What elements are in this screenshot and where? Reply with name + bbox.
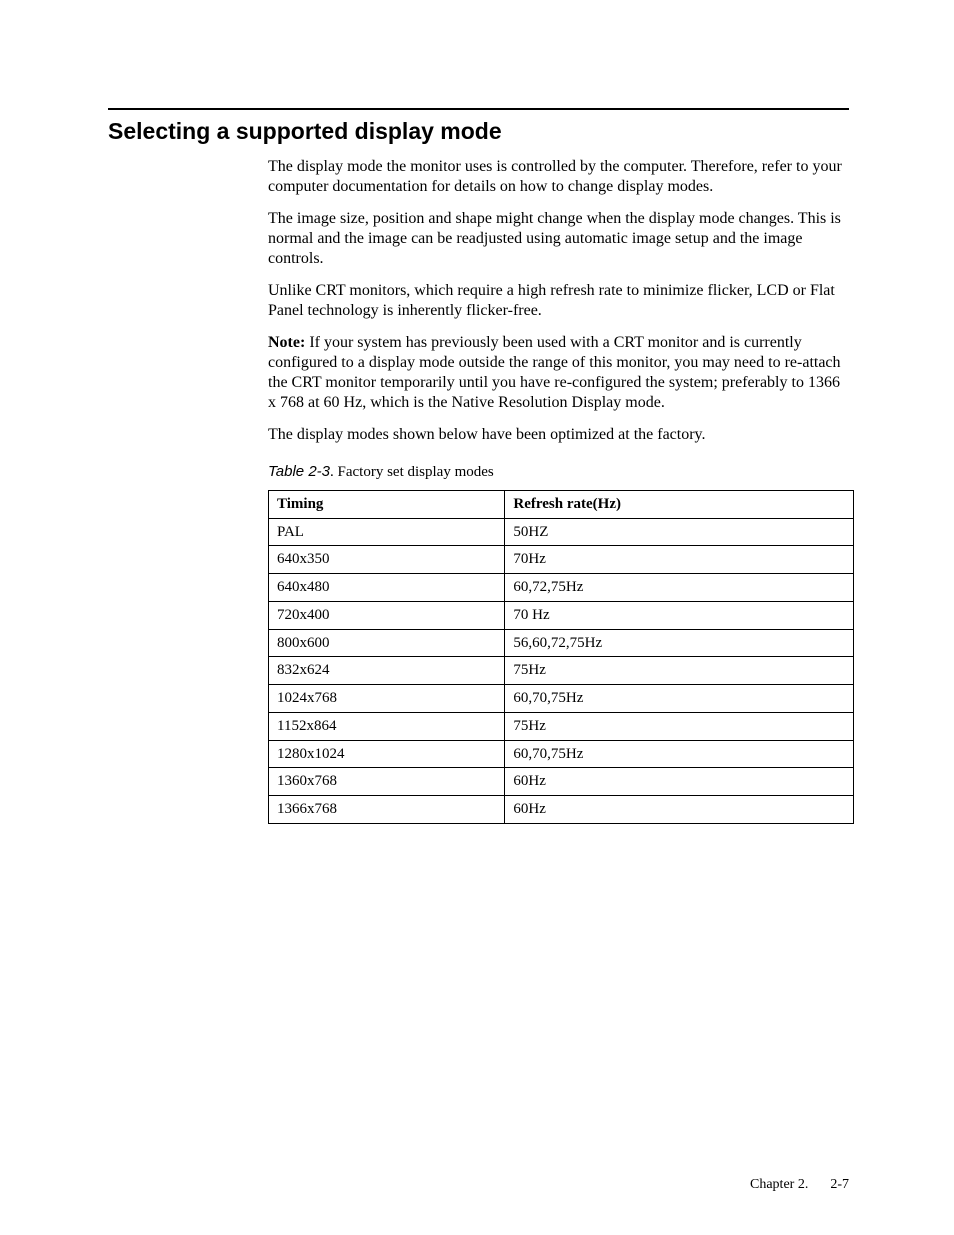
- cell-refresh: 56,60,72,75Hz: [505, 629, 854, 657]
- paragraph-intro: The display mode the monitor uses is con…: [268, 157, 849, 197]
- table-row: 640x350 70Hz: [269, 546, 854, 574]
- cell-timing: 800x600: [269, 629, 505, 657]
- table-row: 832x624 75Hz: [269, 657, 854, 685]
- paragraph-factory: The display modes shown below have been …: [268, 425, 849, 445]
- table-row: 800x600 56,60,72,75Hz: [269, 629, 854, 657]
- table-row: 720x400 70 Hz: [269, 601, 854, 629]
- paragraph-flicker: Unlike CRT monitors, which require a hig…: [268, 281, 849, 321]
- table-caption-suffix: . Factory set display modes: [330, 464, 494, 480]
- table-caption-prefix: Table 2-3: [268, 463, 330, 480]
- cell-timing: PAL: [269, 518, 505, 546]
- cell-refresh: 70Hz: [505, 546, 854, 574]
- cell-refresh: 60,70,75Hz: [505, 685, 854, 713]
- cell-refresh: 60Hz: [505, 796, 854, 824]
- table-row: PAL 50HZ: [269, 518, 854, 546]
- cell-timing: 1280x1024: [269, 740, 505, 768]
- table-row: 1024x768 60,70,75Hz: [269, 685, 854, 713]
- cell-timing: 1360x768: [269, 768, 505, 796]
- page: Selecting a supported display mode The d…: [0, 0, 954, 1235]
- table-row: 1360x768 60Hz: [269, 768, 854, 796]
- horizontal-rule: [108, 108, 849, 110]
- section-heading: Selecting a supported display mode: [108, 118, 849, 145]
- note-text: If your system has previously been used …: [268, 334, 841, 411]
- table-row: 1152x864 75Hz: [269, 712, 854, 740]
- paragraph-image-size: The image size, position and shape might…: [268, 209, 849, 269]
- body-block: The display mode the monitor uses is con…: [268, 157, 849, 824]
- cell-refresh: 70 Hz: [505, 601, 854, 629]
- paragraph-note: Note: If your system has previously been…: [268, 333, 849, 413]
- note-label: Note:: [268, 334, 305, 351]
- cell-timing: 1366x768: [269, 796, 505, 824]
- cell-timing: 640x480: [269, 574, 505, 602]
- cell-timing: 1024x768: [269, 685, 505, 713]
- table-caption: Table 2-3. Factory set display modes: [268, 463, 849, 482]
- cell-refresh: 60Hz: [505, 768, 854, 796]
- table-header-row: Timing Refresh rate(Hz): [269, 490, 854, 518]
- cell-timing: 640x350: [269, 546, 505, 574]
- table-header-timing: Timing: [269, 490, 505, 518]
- table-row: 1280x1024 60,70,75Hz: [269, 740, 854, 768]
- cell-refresh: 60,72,75Hz: [505, 574, 854, 602]
- footer-page-number: 2-7: [830, 1177, 849, 1192]
- cell-refresh: 75Hz: [505, 712, 854, 740]
- display-modes-table: Timing Refresh rate(Hz) PAL 50HZ 640x350…: [268, 490, 854, 824]
- cell-refresh: 60,70,75Hz: [505, 740, 854, 768]
- table-row: 1366x768 60Hz: [269, 796, 854, 824]
- table-row: 640x480 60,72,75Hz: [269, 574, 854, 602]
- cell-refresh: 50HZ: [505, 518, 854, 546]
- cell-refresh: 75Hz: [505, 657, 854, 685]
- page-footer: Chapter 2. 2-7: [750, 1177, 849, 1193]
- cell-timing: 832x624: [269, 657, 505, 685]
- cell-timing: 720x400: [269, 601, 505, 629]
- table-header-refresh: Refresh rate(Hz): [505, 490, 854, 518]
- footer-chapter: Chapter 2.: [750, 1177, 808, 1192]
- cell-timing: 1152x864: [269, 712, 505, 740]
